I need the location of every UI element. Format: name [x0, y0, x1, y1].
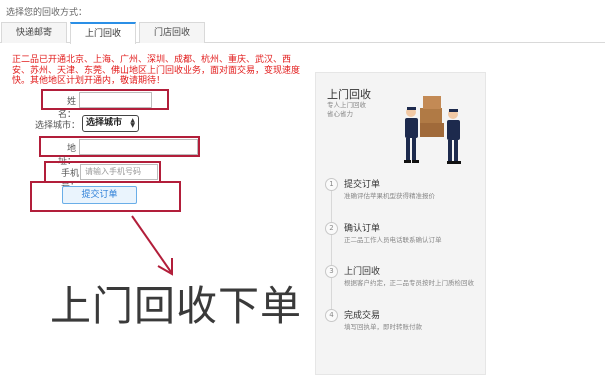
box-icon — [420, 123, 444, 137]
panel-title: 上门回收 — [327, 88, 371, 101]
annotation-text: 上门回收下单 — [50, 282, 302, 330]
delivery-workers-illustration — [404, 96, 461, 164]
step-number: 1 — [325, 178, 338, 191]
step-description: 根据客户约定，正二品专员按时上门质检回收 — [344, 279, 474, 287]
step-number: 3 — [325, 265, 338, 278]
step-title: 确认订单 — [344, 224, 381, 234]
step-title: 完成交易 — [344, 311, 381, 321]
step-title: 提交订单 — [344, 180, 381, 190]
box-icon — [423, 96, 441, 109]
panel-subtitle-line: 专人上门回收 — [327, 101, 366, 109]
panel-subtitle: 专人上门回收 省心省力 — [327, 101, 366, 119]
step-number: 2 — [325, 222, 338, 235]
step-description: 填写回执单，即时转账付款 — [344, 323, 422, 331]
panel-subtitle-line: 省心省力 — [327, 110, 353, 118]
step-description: 正二品工作人员电话联系确认订单 — [344, 236, 442, 244]
step-title: 上门回收 — [344, 267, 381, 277]
steps-timeline — [331, 190, 332, 320]
box-icon — [420, 108, 442, 124]
step-description: 准确评估苹果机型获得精准报价 — [344, 192, 435, 200]
step-number: 4 — [325, 309, 338, 322]
